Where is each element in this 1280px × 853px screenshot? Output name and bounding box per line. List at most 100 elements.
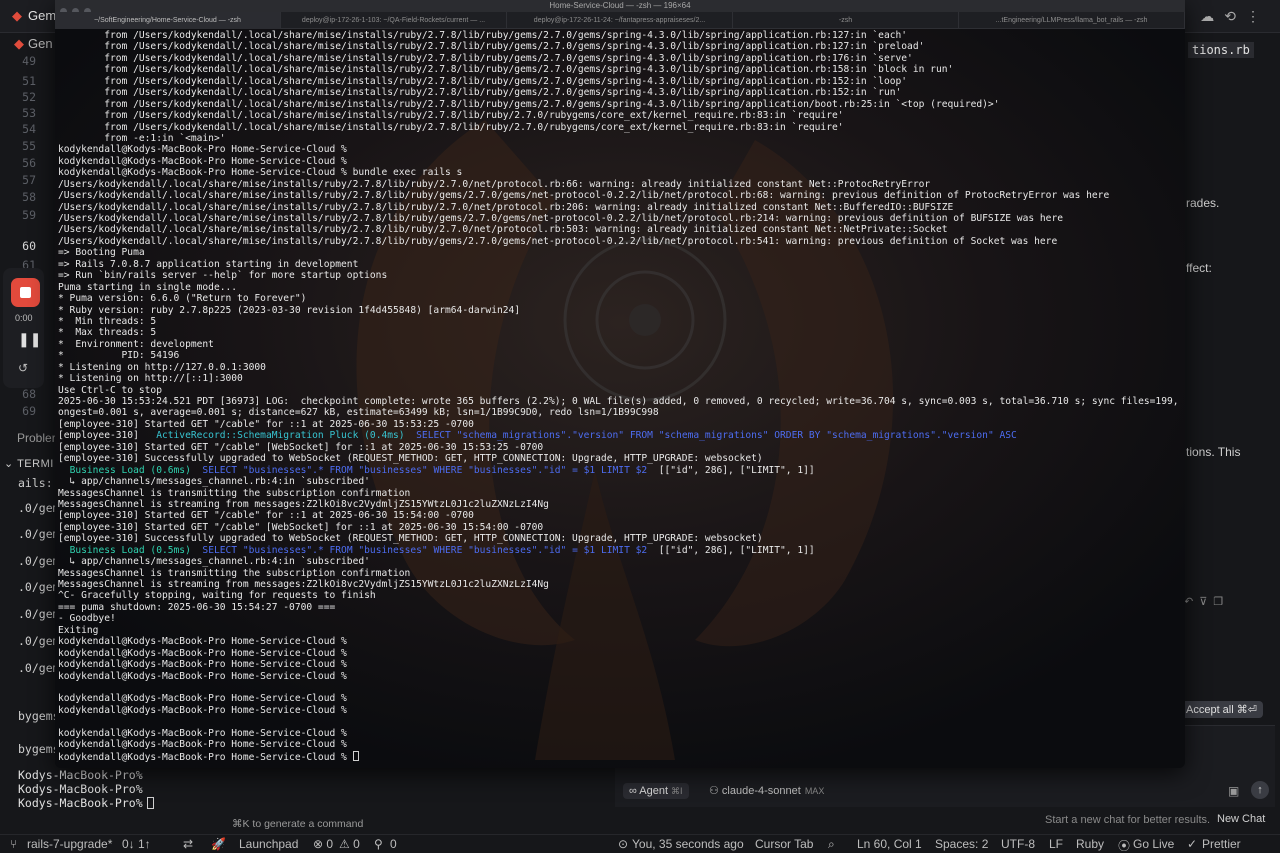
terminal-line: * Environment: development bbox=[58, 339, 1183, 350]
launchpad-button[interactable]: Launchpad bbox=[239, 837, 298, 851]
cloud-icon[interactable]: ☁ bbox=[1200, 8, 1224, 24]
terminal-text: kodykendall@Kodys-MacBook-Pro Home-Servi… bbox=[58, 636, 347, 648]
shell-prompt: Kodys-MacBook-Pro% bbox=[18, 782, 154, 796]
terminal-line: kodykendall@Kodys-MacBook-Pro Home-Servi… bbox=[58, 693, 1183, 704]
tab-terminal[interactable]: ⌄ TERMI bbox=[0, 457, 54, 470]
editor-terminal-prompts[interactable]: Kodys-MacBook-Pro% Kodys-MacBook-Pro% Kody… bbox=[18, 768, 154, 810]
ports-count[interactable]: 0 bbox=[390, 837, 397, 851]
text-cursor bbox=[352, 750, 359, 761]
indentation[interactable]: Spaces: 2 bbox=[935, 837, 988, 851]
cursor-tab-status[interactable]: Cursor Tab bbox=[755, 837, 813, 851]
terminal-text: MessagesChannel is streaming from messag… bbox=[58, 498, 549, 510]
terminal-text: kodykendall@Kodys-MacBook-Pro Home-Servi… bbox=[58, 144, 347, 156]
git-branch[interactable]: rails-7-upgrade* bbox=[27, 837, 112, 851]
terminal-line: .0/gem bbox=[18, 661, 60, 675]
terminal-tab[interactable]: ~/SoftEngineering/Home-Service-Cloud — -… bbox=[55, 12, 281, 29]
terminal-text: kodykendall@Kodys-MacBook-Pro Home-Servi… bbox=[58, 704, 347, 716]
send-button[interactable]: ↑ bbox=[1251, 781, 1269, 799]
terminal-text: from /Users/kodykendall/.local/share/mis… bbox=[58, 41, 925, 53]
terminal-line: ^C- Gracefully stopping, waiting for req… bbox=[58, 590, 1183, 601]
terminal-line: Use Ctrl-C to stop bbox=[58, 385, 1183, 396]
encoding[interactable]: UTF-8 bbox=[1001, 837, 1035, 851]
terminal-text: * Ruby version: ruby 2.7.8p225 (2023-03-… bbox=[58, 304, 521, 316]
terminal-text: Business Load (0.5ms) bbox=[69, 544, 191, 556]
terminal-tab[interactable]: ...tEngineering/LLMPress/llama_bot_rails… bbox=[959, 12, 1185, 29]
undo-icon[interactable]: ↶ bbox=[1184, 596, 1199, 608]
terminal-text: [employee-310] Successfully upgraded to … bbox=[58, 533, 763, 545]
terminal-output[interactable]: from /Users/kodykendall/.local/share/mis… bbox=[58, 30, 1185, 763]
warnings-count[interactable]: ⚠ 0 bbox=[339, 837, 360, 851]
terminal-line: /Users/kodykendall/.local/share/mise/ins… bbox=[58, 213, 1183, 224]
chat-file-chip[interactable]: tions.rb bbox=[1188, 42, 1254, 58]
ruby-file-icon: ◆ bbox=[12, 8, 22, 23]
terminal-tab[interactable]: deploy@ip-172-26-1-103: ~/QA-Field-Rocke… bbox=[281, 12, 507, 29]
terminal-line: * Min threads: 5 bbox=[58, 316, 1183, 327]
terminal-text: from /Users/kodykendall/.local/share/mis… bbox=[58, 75, 908, 87]
line-number: 51 bbox=[22, 74, 36, 88]
errors-count[interactable]: ⊗ 0 bbox=[313, 837, 333, 851]
terminal-line: kodykendall@Kodys-MacBook-Pro Home-Servi… bbox=[58, 636, 1183, 647]
editor-tab[interactable]: ◆ Gem bbox=[0, 8, 56, 24]
terminal-line: from -e:1:in `<main>' bbox=[58, 133, 1183, 144]
line-number: 57 bbox=[22, 173, 36, 187]
terminal-tab[interactable]: deploy@ip-172-26-11-24: ~/fantapress-app… bbox=[507, 12, 733, 29]
line-number: 58 bbox=[22, 190, 36, 204]
terminal-text: => Run `bin/rails server --help` for mor… bbox=[58, 270, 388, 282]
zoom-icon[interactable]: ⌕ bbox=[828, 837, 835, 852]
copy-icon[interactable]: ❐ bbox=[1213, 596, 1229, 608]
cursor-position[interactable]: Ln 60, Col 1 bbox=[857, 837, 922, 851]
terminal-line: [employee-310] ActiveRecord::SchemaMigra… bbox=[58, 430, 1183, 441]
go-live-button[interactable]: Go Live bbox=[1133, 837, 1174, 851]
chat-text: rades. bbox=[1186, 196, 1220, 210]
more-icon[interactable]: ⋮ bbox=[1246, 8, 1270, 24]
tab-problems[interactable]: Probler bbox=[17, 431, 56, 445]
model-selector[interactable]: ⚇ claude-4-sonnet MAX bbox=[709, 784, 824, 797]
agent-mode-selector[interactable]: ∞ Agent ⌘I bbox=[623, 783, 689, 799]
terminal-line: kodykendall@Kodys-MacBook-Pro Home-Servi… bbox=[58, 728, 1183, 739]
git-blame[interactable]: You, 35 seconds ago bbox=[632, 837, 744, 851]
terminal-window[interactable]: Home-Service-Cloud — -zsh — 196×64 ~/Sof… bbox=[55, 0, 1185, 768]
chat-text: tions. This bbox=[1186, 445, 1241, 459]
image-icon[interactable]: ▣ bbox=[1228, 784, 1239, 798]
terminal-line: Exiting bbox=[58, 625, 1183, 636]
terminal-line: kodykendall@Kodys-MacBook-Pro Home-Servi… bbox=[58, 739, 1183, 750]
go-live-icon: ⦿ bbox=[1118, 839, 1131, 853]
terminal-text: kodykendall@Kodys-MacBook-Pro Home-Servi… bbox=[58, 167, 463, 179]
pause-icon[interactable]: ❚❚ bbox=[18, 331, 41, 348]
line-number: 68 bbox=[22, 387, 36, 401]
terminal-line: MessagesChannel is streaming from messag… bbox=[58, 499, 1183, 510]
prettier-icon: ✓ bbox=[1187, 837, 1198, 851]
terminal-text: * Listening on http://[::1]:3000 bbox=[58, 373, 243, 385]
stop-recording-button[interactable] bbox=[11, 278, 40, 307]
terminal-titlebar: Home-Service-Cloud — -zsh — 196×64 bbox=[55, 0, 1185, 15]
terminal-line: bygems bbox=[18, 709, 60, 723]
terminal-text: [["id", 286], ["LIMIT", 1]] bbox=[647, 544, 815, 556]
thumbs-down-icon[interactable]: ⊽ bbox=[1199, 596, 1213, 608]
line-number: 52 bbox=[22, 90, 36, 104]
terminal-text: kodykendall@Kodys-MacBook-Pro Home-Servi… bbox=[58, 155, 347, 167]
terminal-line: .0/gem bbox=[18, 501, 60, 515]
accept-all-button[interactable]: Accept all ⌘⏎ bbox=[1180, 701, 1263, 718]
prettier-status[interactable]: Prettier bbox=[1202, 837, 1241, 851]
terminal-text: === puma shutdown: 2025-06-30 15:54:27 -… bbox=[58, 601, 336, 613]
blame-icon: ⊙ bbox=[618, 837, 629, 851]
terminal-line: 2025-06-30 15:53:24.521 PDT [36973] LOG:… bbox=[58, 396, 1185, 407]
line-endings[interactable]: LF bbox=[1049, 837, 1063, 851]
sync-status[interactable]: 0↓ 1↑ bbox=[122, 837, 151, 851]
terminal-text: ongest=0.001 s, average=0.001 s; distanc… bbox=[58, 407, 659, 419]
terminal-text: * Puma version: 6.6.0 ("Return to Foreve… bbox=[58, 293, 307, 305]
merge-icon[interactable]: ⇄ bbox=[183, 837, 193, 851]
new-chat-button[interactable]: New Chat bbox=[1217, 813, 1265, 825]
line-number: 60 bbox=[22, 239, 36, 253]
terminal-tab[interactable]: -zsh bbox=[733, 12, 959, 29]
editor-subtab[interactable]: ◆ Gen bbox=[14, 36, 53, 52]
terminal-line: .0/gem bbox=[18, 580, 60, 594]
history-icon[interactable]: ⟲ bbox=[1224, 8, 1246, 24]
terminal-line: MessagesChannel is transmitting the subs… bbox=[58, 488, 1183, 499]
restart-icon[interactable]: ↺ bbox=[18, 361, 28, 375]
terminal-line: [employee-310] Started GET "/cable" [Web… bbox=[58, 522, 1183, 533]
language-mode[interactable]: Ruby bbox=[1076, 837, 1104, 851]
terminal-line: [employee-310] Successfully upgraded to … bbox=[58, 453, 1183, 464]
